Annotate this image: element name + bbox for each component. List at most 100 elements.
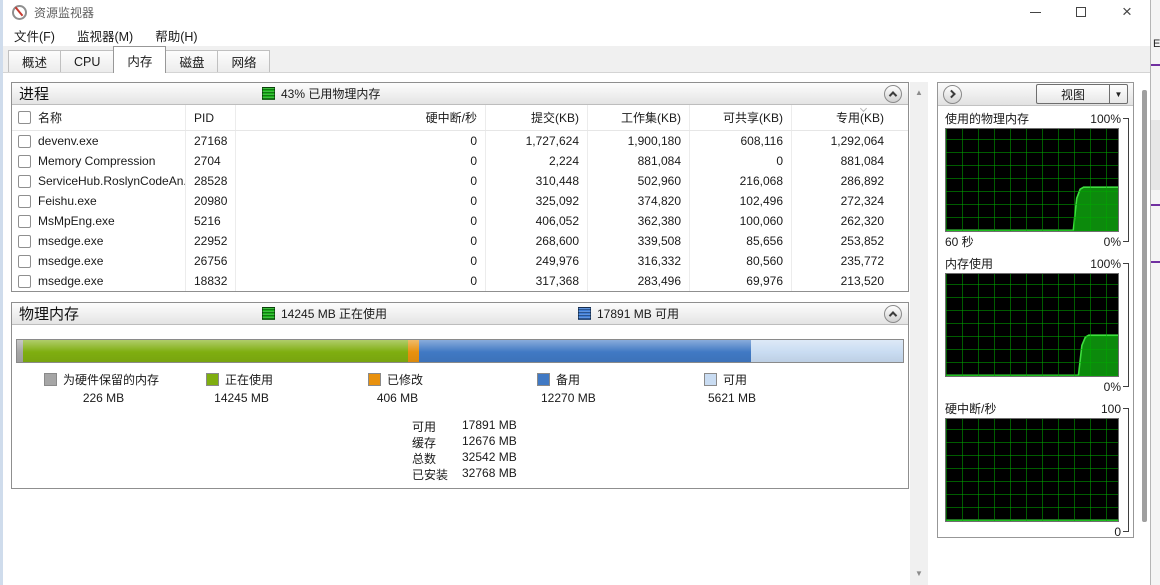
cell-hard-faults: 0: [236, 151, 486, 171]
cell-pid: 18832: [186, 271, 236, 291]
graph-scale-bracket: [1123, 408, 1129, 532]
view-button-label[interactable]: 视图: [1036, 84, 1110, 104]
table-row[interactable]: msedge.exe 18832 0 317,368 283,496 69,97…: [12, 271, 908, 291]
detail-available: 可用17891 MB: [412, 418, 908, 434]
graph-scale-bracket: [1123, 118, 1129, 242]
row-checkbox[interactable]: [18, 155, 31, 168]
row-checkbox[interactable]: [18, 135, 31, 148]
column-header-hard-faults-label: 硬中断/秒: [426, 109, 477, 126]
background-gray-block: [1151, 120, 1160, 190]
memory-led-icon: [262, 87, 275, 100]
table-row[interactable]: ServiceHub.RoslynCodeAn... 28528 0 310,4…: [12, 171, 908, 191]
vertical-scrollbar[interactable]: ▲ ▼: [910, 82, 928, 585]
column-header-shareable[interactable]: 可共享(KB): [690, 105, 792, 130]
cell-working-set: 339,508: [588, 231, 690, 251]
bar-segment-modified: [408, 340, 420, 362]
column-header-commit[interactable]: 提交(KB): [486, 105, 588, 130]
scroll-down-button[interactable]: ▼: [910, 565, 928, 581]
graph-min-label: 0%: [1104, 235, 1121, 249]
minimize-icon: [1030, 12, 1041, 13]
legend-standby: 备用 12270 MB: [537, 371, 596, 405]
cell-private: 272,324: [792, 191, 892, 211]
memory-available-text: 17891 MB 可用: [597, 305, 679, 322]
cell-commit: 317,368: [486, 271, 588, 291]
memory-collapse-button[interactable]: [884, 305, 902, 323]
legend-swatch-icon: [537, 373, 550, 386]
resource-monitor-window: 资源监视器 × 文件(F) 监视器(M) 帮助(H) 概述 CPU 内存 磁盘 …: [3, 0, 1150, 585]
cell-shareable: 80,560: [690, 251, 792, 271]
minimize-button[interactable]: [1012, 0, 1058, 24]
cell-pid: 27168: [186, 131, 236, 151]
graph-max-label: 100%: [1090, 257, 1121, 271]
scroll-up-button[interactable]: ▲: [910, 84, 928, 100]
right-scrollbar-thumb[interactable]: [1142, 90, 1147, 522]
table-row[interactable]: MsMpEng.exe 5216 0 406,052 362,380 100,0…: [12, 211, 908, 231]
menu-help[interactable]: 帮助(H): [155, 26, 197, 45]
graphs-pane-header: 视图 ▼: [938, 83, 1133, 106]
row-checkbox[interactable]: [18, 175, 31, 188]
table-row[interactable]: Feishu.exe 20980 0 325,092 374,820 102,4…: [12, 191, 908, 211]
cell-private: 213,520: [792, 271, 892, 291]
table-row[interactable]: devenv.exe 27168 0 1,727,624 1,900,180 6…: [12, 131, 908, 151]
chevron-down-icon: ▼: [1115, 90, 1123, 99]
memory-details: 可用17891 MB 缓存12676 MB 总数32542 MB 已安装3276…: [412, 418, 908, 482]
expand-pane-button[interactable]: [943, 85, 962, 104]
graph-header: 内存使用 100%: [938, 254, 1133, 273]
window-title: 资源监视器: [34, 4, 94, 21]
select-all-checkbox[interactable]: [18, 111, 31, 124]
tab-disk[interactable]: 磁盘: [165, 50, 218, 72]
view-dropdown-button[interactable]: ▼: [1110, 84, 1128, 104]
process-collapse-button[interactable]: [884, 85, 902, 103]
table-row[interactable]: msedge.exe 26756 0 249,976 316,332 80,56…: [12, 251, 908, 271]
close-button[interactable]: ×: [1104, 0, 1150, 24]
left-column: 进程 43% 已用物理内存 名称: [11, 82, 909, 489]
cell-name: MsMpEng.exe: [12, 211, 186, 231]
cell-private: 235,772: [792, 251, 892, 271]
row-checkbox[interactable]: [18, 235, 31, 248]
legend-swatch-icon: [368, 373, 381, 386]
cell-name: msedge.exe: [12, 271, 186, 291]
column-header-private[interactable]: 专用(KB): [792, 105, 892, 130]
column-header-name[interactable]: 名称: [12, 105, 186, 130]
graph-plot-area: [945, 418, 1119, 522]
cell-private: 262,320: [792, 211, 892, 231]
bar-segment-in-use: [23, 340, 408, 362]
menu-file[interactable]: 文件(F): [14, 26, 55, 45]
process-table-body: devenv.exe 27168 0 1,727,624 1,900,180 6…: [12, 131, 908, 291]
memory-available-status: 17891 MB 可用: [578, 303, 679, 324]
tab-network[interactable]: 网络: [217, 50, 270, 72]
resource-monitor-app-icon: [12, 5, 27, 20]
column-header-name-label: 名称: [38, 109, 62, 126]
cell-commit: 1,727,624: [486, 131, 588, 151]
row-checkbox[interactable]: [18, 275, 31, 288]
table-row[interactable]: msedge.exe 22952 0 268,600 339,508 85,65…: [12, 231, 908, 251]
cell-working-set: 374,820: [588, 191, 690, 211]
column-header-pid[interactable]: PID: [186, 105, 236, 130]
menu-monitor[interactable]: 监视器(M): [77, 26, 133, 45]
graph-max-label: 100: [1101, 402, 1121, 416]
column-header-private-label: 专用(KB): [836, 109, 884, 126]
row-checkbox[interactable]: [18, 255, 31, 268]
cell-hard-faults: 0: [236, 251, 486, 271]
tab-cpu[interactable]: CPU: [60, 50, 114, 72]
row-checkbox[interactable]: [18, 195, 31, 208]
cell-name: ServiceHub.RoslynCodeAn...: [12, 171, 186, 191]
background-purple-line: [1151, 64, 1160, 66]
cell-hard-faults: 0: [236, 131, 486, 151]
cell-pid: 2704: [186, 151, 236, 171]
graph-hard-faults: 硬中断/秒 100 0: [938, 399, 1133, 541]
process-panel: 进程 43% 已用物理内存 名称: [11, 82, 909, 292]
cell-working-set: 881,084: [588, 151, 690, 171]
process-panel-status-text: 43% 已用物理内存: [281, 85, 380, 102]
column-header-working-set[interactable]: 工作集(KB): [588, 105, 690, 130]
graph-commit-charge: 内存使用 100% 0%: [938, 254, 1133, 396]
table-row[interactable]: Memory Compression 2704 0 2,224 881,084 …: [12, 151, 908, 171]
graph-footer: 0%: [938, 377, 1133, 396]
maximize-button[interactable]: [1058, 0, 1104, 24]
cell-private: 286,892: [792, 171, 892, 191]
cell-working-set: 316,332: [588, 251, 690, 271]
column-header-hard-faults[interactable]: 硬中断/秒: [236, 105, 486, 130]
tab-memory[interactable]: 内存: [113, 46, 166, 73]
tab-overview[interactable]: 概述: [8, 50, 61, 72]
row-checkbox[interactable]: [18, 215, 31, 228]
